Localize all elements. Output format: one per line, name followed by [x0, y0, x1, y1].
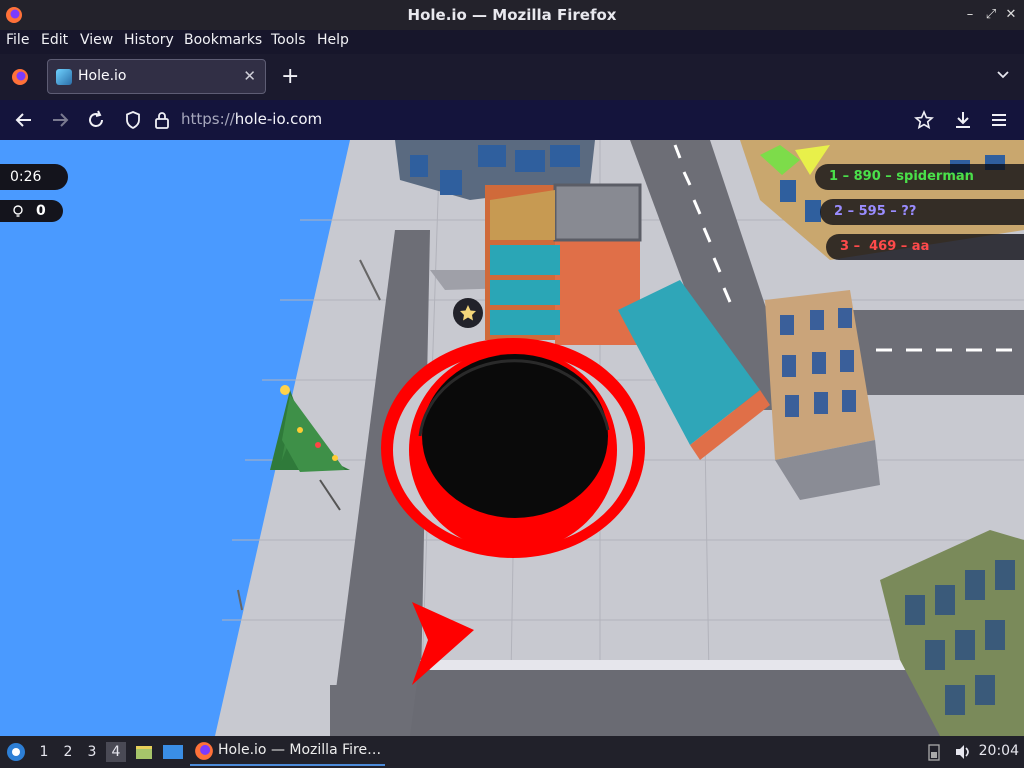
lightbulb-icon [13, 205, 23, 217]
minimize-icon[interactable]: – [962, 7, 978, 23]
score-count: 0 [36, 203, 46, 219]
game-timer: 0:26 [0, 164, 68, 190]
star-icon[interactable] [913, 109, 935, 131]
menu-view[interactable]: View [80, 32, 113, 48]
hole-io-favicon [56, 69, 72, 85]
maximize-icon[interactable]: ⤢ [983, 7, 999, 23]
game-canvas[interactable]: 0:26 0 1 – 890 – spiderman 2 – 595 – ?? … [0, 140, 1024, 736]
tab-label: Hole.io [78, 68, 127, 84]
workspace-2[interactable]: 2 [58, 742, 78, 762]
game-scene [0, 140, 1024, 736]
desktop-icon[interactable] [162, 742, 184, 762]
workspace-1[interactable]: 1 [34, 742, 54, 762]
url-bar[interactable]: https://hole-io.com [181, 110, 322, 128]
workspace-4[interactable]: 4 [106, 742, 126, 762]
navigation-bar: https://hole-io.com [0, 100, 1024, 140]
score-badge: 0 [0, 200, 63, 222]
tab-strip: Hole.io ✕ + [0, 54, 1024, 100]
leaderboard-entry: 3 – 469 – aa [826, 234, 1024, 260]
reload-icon[interactable] [85, 109, 107, 131]
workspace-3[interactable]: 3 [82, 742, 102, 762]
close-window-icon[interactable]: ✕ [1003, 7, 1019, 23]
close-tab-icon[interactable]: ✕ [243, 67, 256, 85]
taskbar-window-label: Hole.io — Mozilla Fire… [218, 742, 382, 758]
volume-icon[interactable] [954, 743, 972, 761]
clock: 20:04 [978, 743, 1019, 759]
download-icon[interactable] [952, 109, 974, 131]
taskbar-window-firefox[interactable]: Hole.io — Mozilla Fire… [190, 738, 385, 766]
leaderboard-entry: 2 – 595 – ?? [820, 199, 1024, 225]
menu-file[interactable]: File [6, 32, 29, 48]
battery-icon[interactable] [928, 743, 940, 761]
lock-icon[interactable] [151, 109, 173, 131]
menu-bar: File Edit View History Bookmarks Tools H… [0, 30, 1024, 54]
back-arrow-icon[interactable] [13, 109, 35, 131]
firefox-view-icon[interactable] [11, 68, 29, 86]
window-title: Hole.io — Mozilla Firefox [407, 6, 617, 24]
system-taskbar: 1 2 3 4 Hole.io — Mozilla Fire… 20:04 [0, 736, 1024, 768]
leaderboard-entry: 1 – 890 – spiderman [815, 164, 1024, 190]
url-host: hole-io.com [234, 110, 323, 128]
url-scheme: https:// [181, 110, 235, 128]
forward-arrow-icon[interactable] [49, 109, 71, 131]
hamburger-menu-icon[interactable] [988, 109, 1010, 131]
tab-hole-io[interactable]: Hole.io ✕ [47, 59, 266, 94]
list-tabs-chevron-icon[interactable] [996, 70, 1010, 80]
menu-edit[interactable]: Edit [41, 32, 68, 48]
shield-icon[interactable] [122, 109, 144, 131]
menu-bookmarks[interactable]: Bookmarks [184, 32, 262, 48]
firefox-icon [195, 742, 213, 760]
new-tab-icon[interactable]: + [281, 64, 299, 89]
menu-help[interactable]: Help [317, 32, 349, 48]
window-titlebar: Hole.io — Mozilla Firefox – ⤢ ✕ [0, 0, 1024, 30]
app-launcher-icon[interactable] [6, 742, 26, 762]
menu-tools[interactable]: Tools [271, 32, 306, 48]
file-manager-icon[interactable] [134, 742, 154, 762]
menu-history[interactable]: History [124, 32, 174, 48]
